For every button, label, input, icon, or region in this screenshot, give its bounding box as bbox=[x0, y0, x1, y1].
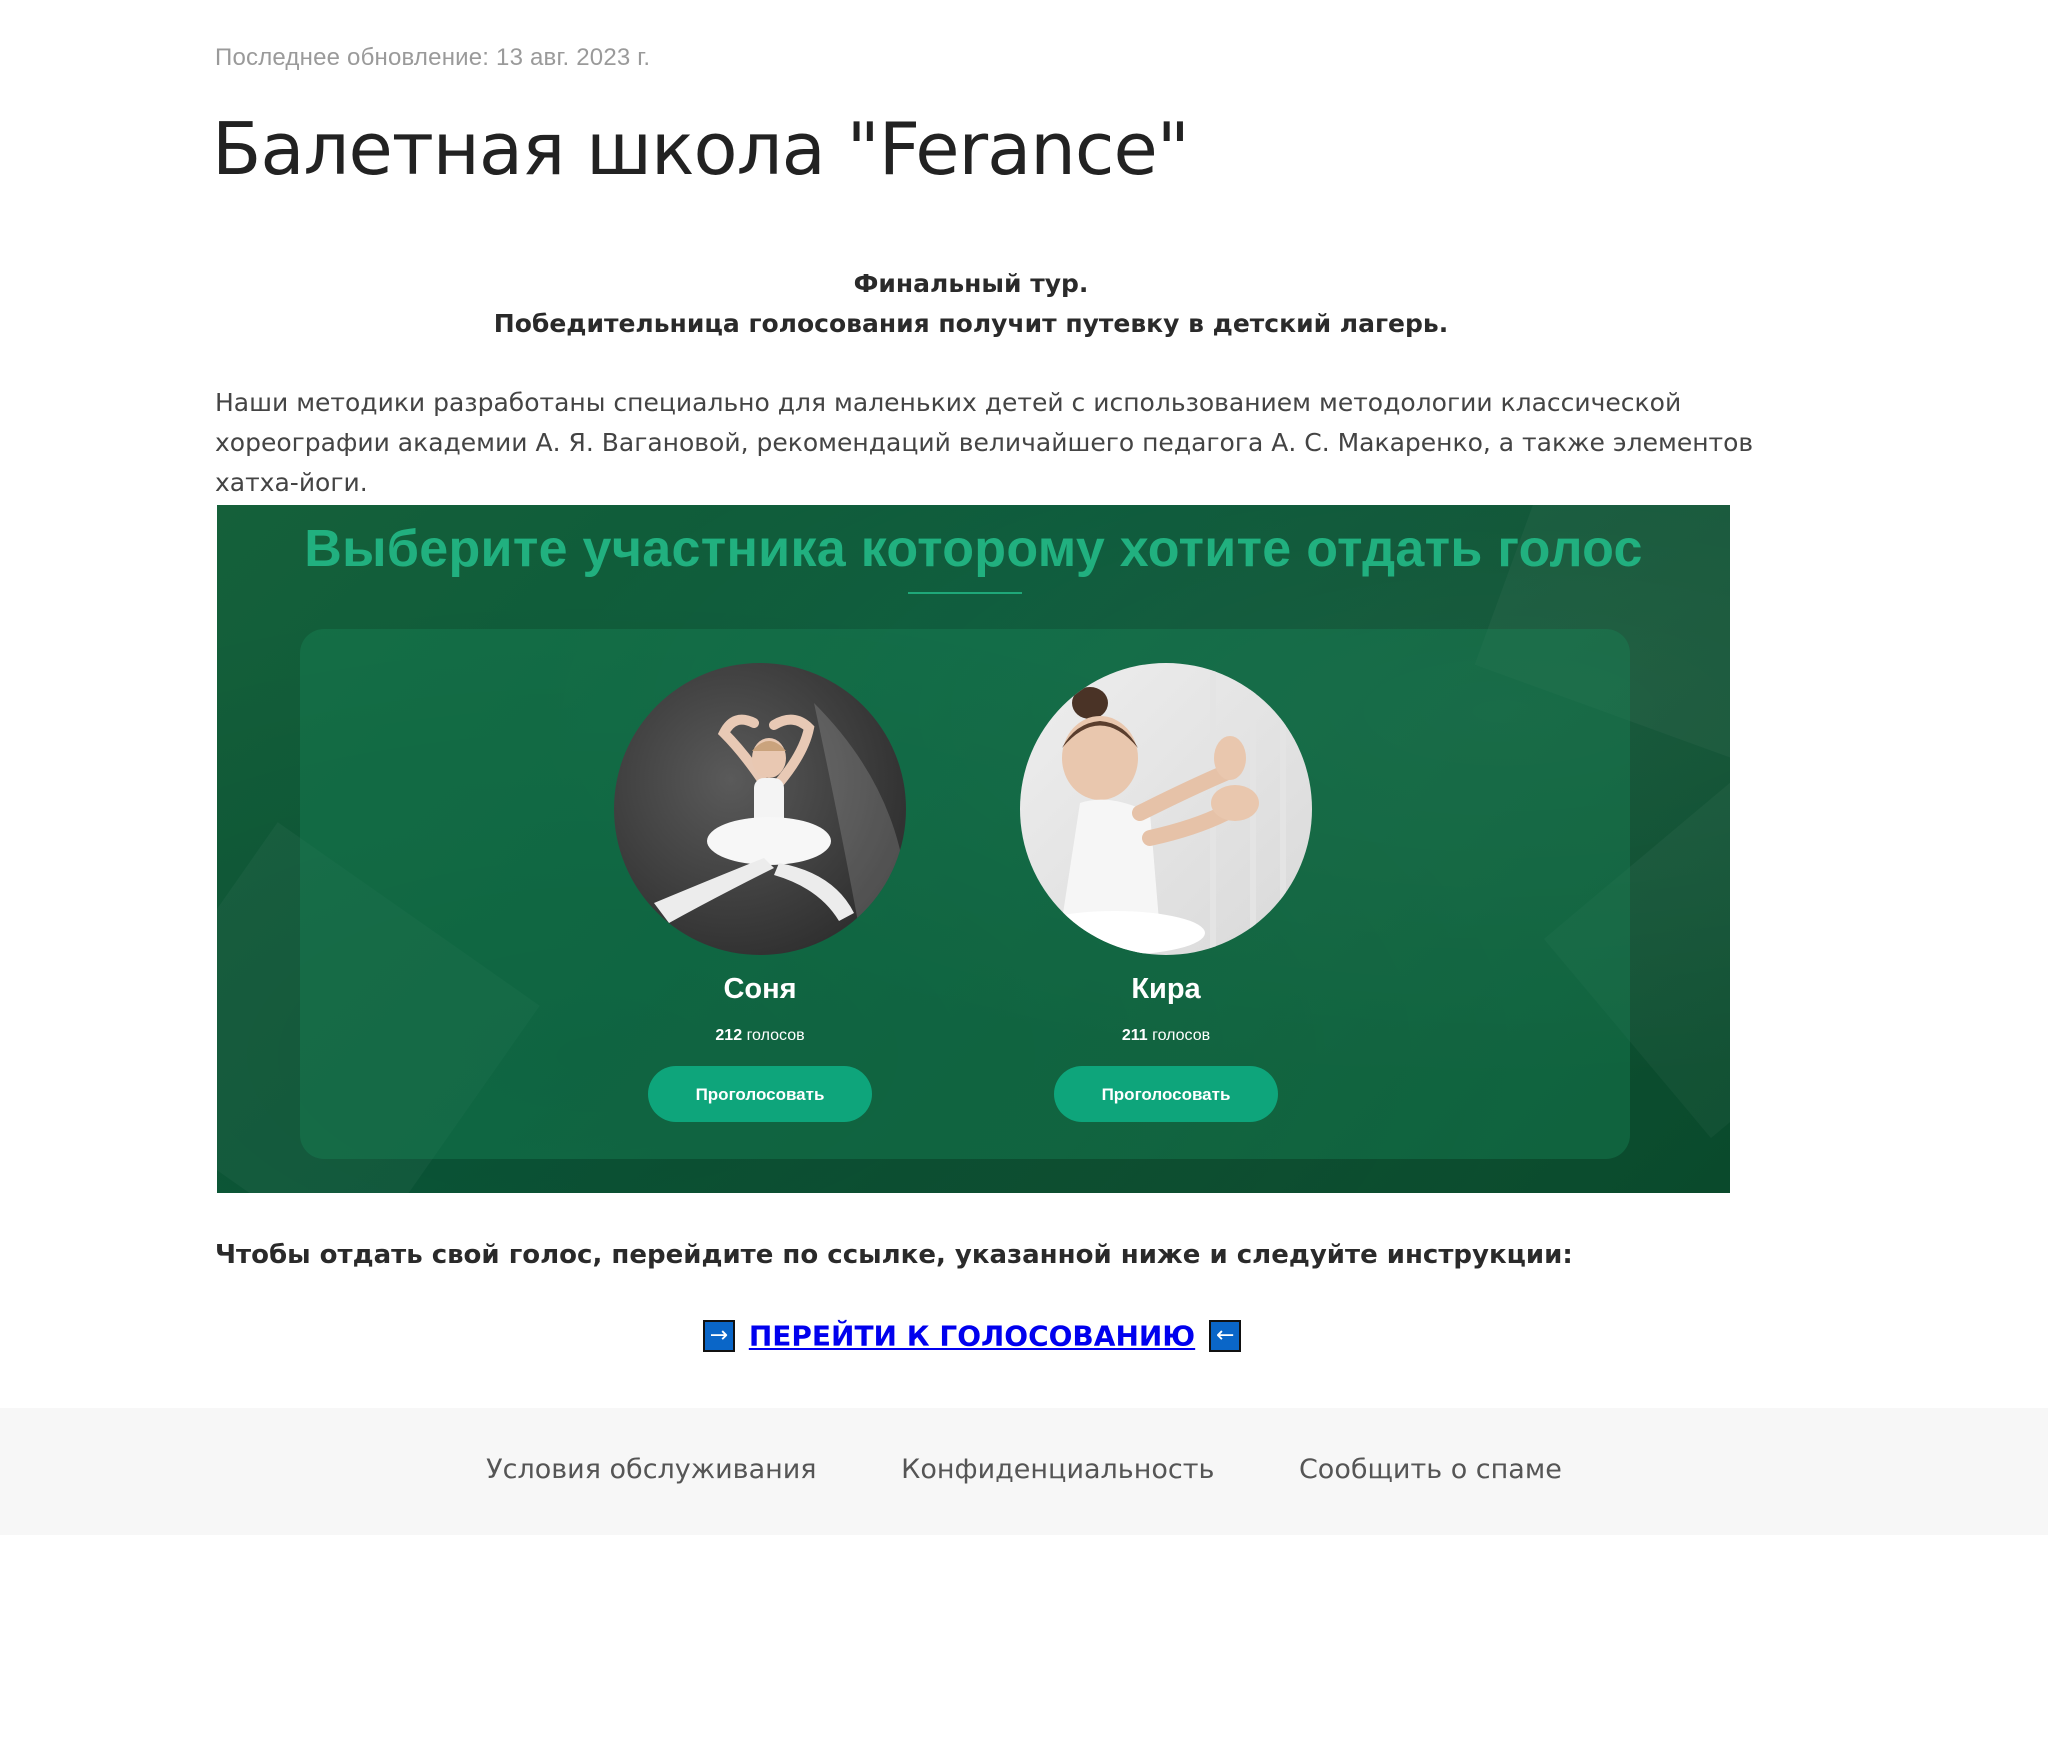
vote-button-kira[interactable]: Проголосовать bbox=[1054, 1066, 1278, 1122]
arrow-left-icon: ← bbox=[1209, 1320, 1242, 1352]
contestant-votes: 212 голосов bbox=[610, 1027, 910, 1045]
voting-banner: Выберите участника которому хотите отдат… bbox=[217, 505, 1730, 1193]
lead-line-prize: Победительница голосования получит путев… bbox=[493, 309, 1449, 338]
ballerina-photo-icon bbox=[1020, 663, 1312, 955]
contestants-panel: Соня 212 голосов Проголосовать Кира 211 … bbox=[300, 629, 1630, 1159]
banner-heading: Выберите участника которому хотите отдат… bbox=[304, 520, 1643, 578]
contestant-name: Соня bbox=[723, 973, 797, 1005]
footer-links: Условия обслуживания Конфиденциальность … bbox=[0, 1454, 2048, 1485]
footer-link-report-spam[interactable]: Сообщить о спаме bbox=[1299, 1454, 1562, 1485]
heading-underline bbox=[908, 592, 1022, 594]
description-paragraph: Наши методики разработаны специально для… bbox=[215, 388, 1754, 497]
vote-count-label: голосов bbox=[746, 1027, 805, 1044]
vote-count: 211 bbox=[1121, 1027, 1148, 1044]
contestant-votes: 211 голосов bbox=[1016, 1027, 1316, 1045]
lead-block: Финальный тур. Победительница голосовани… bbox=[215, 264, 1727, 344]
vote-count-label: голосов bbox=[1152, 1027, 1211, 1044]
footer-link-privacy[interactable]: Конфиденциальность bbox=[901, 1454, 1214, 1485]
contestant-photo bbox=[614, 663, 906, 955]
vote-count: 212 bbox=[715, 1027, 743, 1044]
arrow-right-icon: → bbox=[702, 1320, 735, 1352]
contestant-card-sonya: Соня 212 голосов Проголосовать bbox=[610, 629, 910, 1159]
footer: Условия обслуживания Конфиденциальность … bbox=[0, 1408, 2048, 1535]
contestant-photo bbox=[1020, 663, 1312, 955]
last-updated-text: Последнее обновление: 13 авг. 2023 г. bbox=[215, 44, 651, 71]
go-to-voting-link[interactable]: ПЕРЕЙТИ К ГОЛОСОВАНИЮ bbox=[749, 1320, 1195, 1353]
vote-button-sonya[interactable]: Проголосовать bbox=[648, 1066, 872, 1122]
contestant-card-kira: Кира 211 голосов Проголосовать bbox=[1016, 629, 1316, 1159]
ballerina-photo-icon bbox=[614, 663, 906, 955]
footer-link-terms[interactable]: Условия обслуживания bbox=[486, 1454, 816, 1485]
vote-link-row: → ПЕРЕЙТИ К ГОЛОСОВАНИЮ ← bbox=[0, 1318, 1944, 1353]
instruction-text: Чтобы отдать свой голос, перейдите по сс… bbox=[215, 1240, 1573, 1270]
page: Последнее обновление: 13 авг. 2023 г. Ба… bbox=[0, 0, 2048, 1744]
page-title: Балетная школа "Ferance" bbox=[212, 107, 1190, 191]
contestant-name: Кира bbox=[1131, 973, 1201, 1005]
lead-line-final-round: Финальный тур. bbox=[853, 269, 1089, 298]
